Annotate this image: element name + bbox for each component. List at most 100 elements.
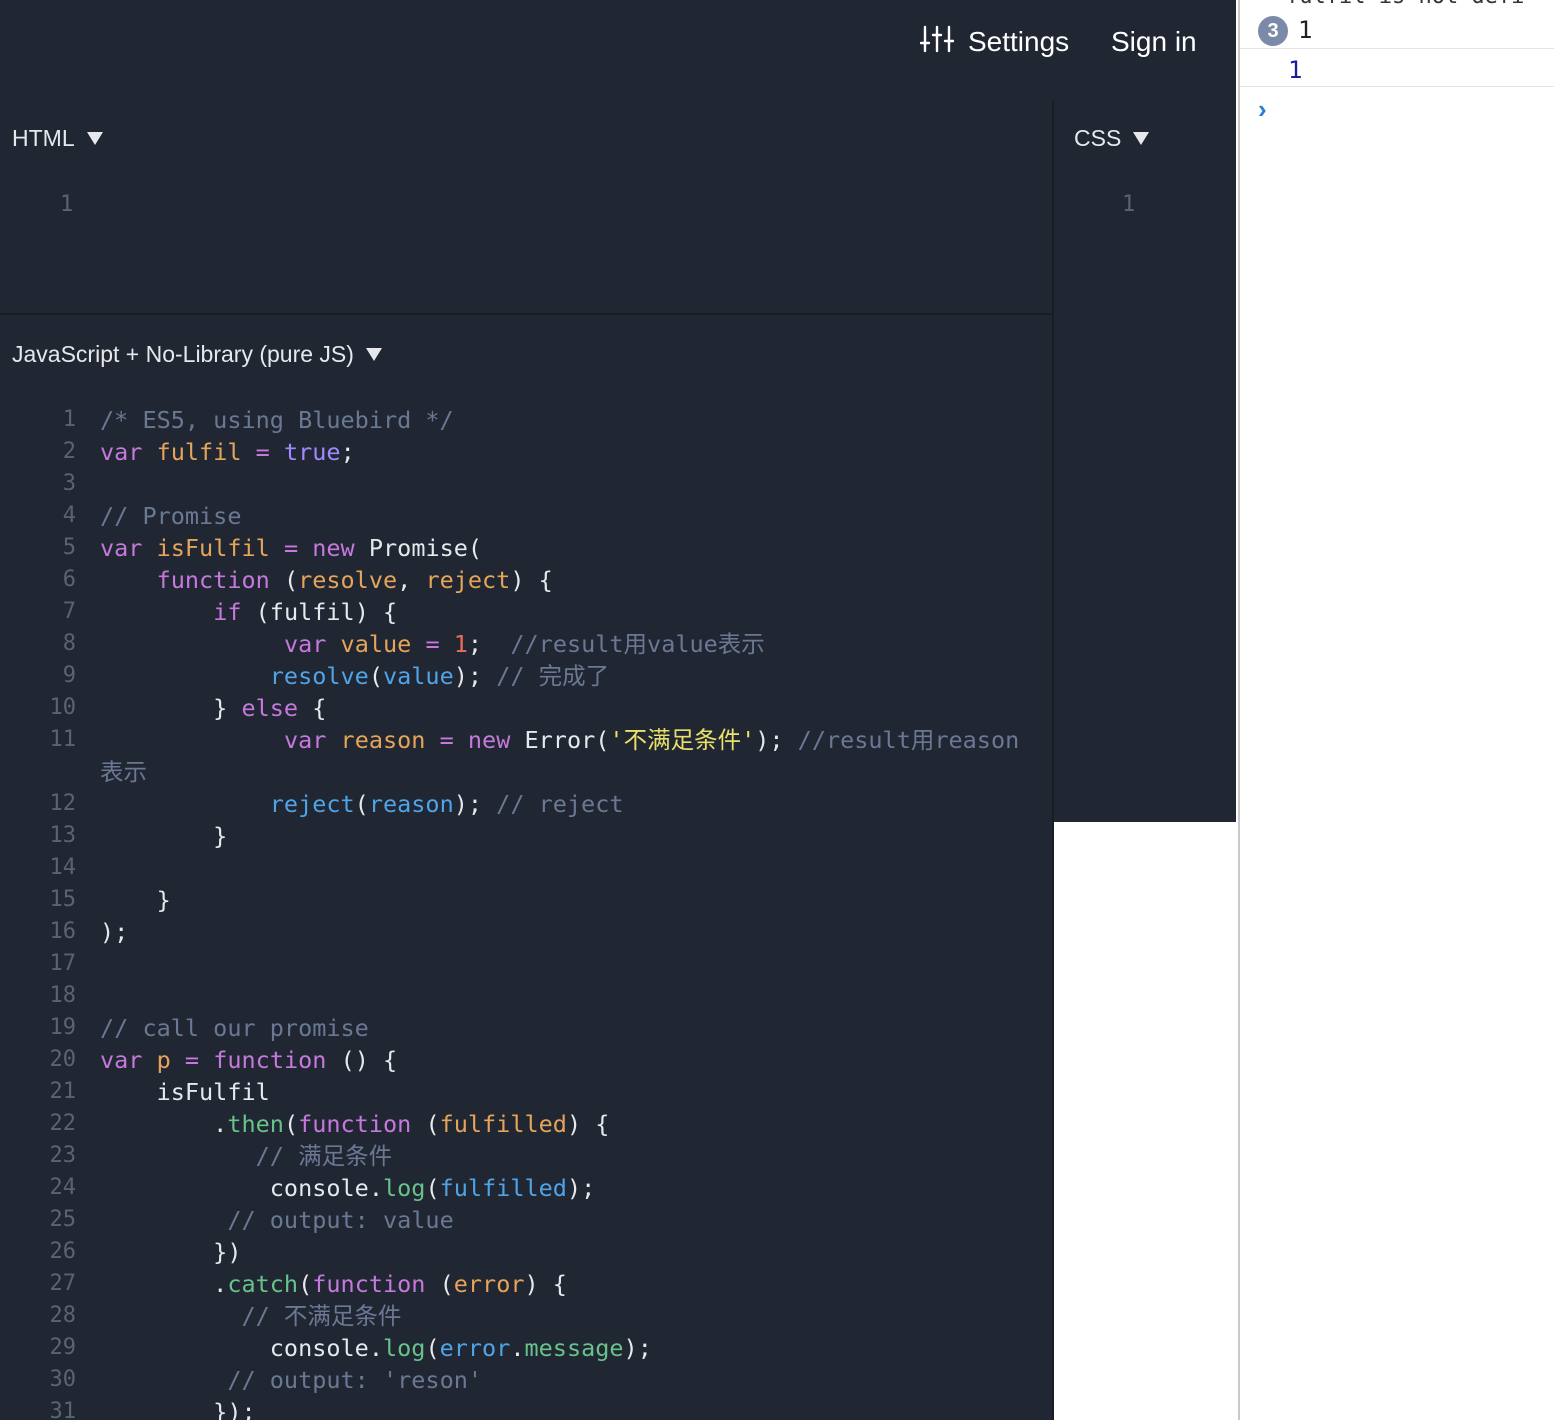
pane-divider-horizontal[interactable]	[0, 313, 1052, 315]
code-text: // call our promise	[100, 1014, 369, 1042]
html-pane-selector[interactable]: HTML	[12, 122, 103, 154]
line-number: 28	[49, 1303, 77, 1328]
line-number: 29	[49, 1335, 77, 1360]
code-line[interactable]: 27 .catch(function (error) {	[0, 1268, 1052, 1300]
code-text: // output: value	[227, 1206, 454, 1234]
code-line[interactable]: 6 function (resolve, reject) {	[0, 564, 1052, 596]
caret-down-icon	[86, 131, 103, 145]
code-line[interactable]: 28 // 不满足条件	[0, 1300, 1052, 1332]
line-number: 23	[49, 1143, 77, 1168]
code-line[interactable]: 23 // 满足条件	[0, 1140, 1052, 1172]
code-line[interactable]: 11 var reason = new Error('不满足条件'); //re…	[0, 724, 1052, 756]
code-line[interactable]: 30 // output: 'reson'	[0, 1364, 1052, 1396]
code-line[interactable]: 2 var fulfil = true;	[0, 436, 1052, 468]
code-text: .catch(function (error) {	[100, 1270, 567, 1298]
code-line[interactable]: 5 var isFulfil = new Promise(	[0, 532, 1052, 564]
code-line[interactable]: 10 } else {	[0, 692, 1052, 724]
line-number: 20	[49, 1047, 77, 1072]
line-number: 22	[49, 1111, 77, 1136]
caret-down-icon	[365, 347, 382, 361]
line-number: 3	[62, 471, 76, 496]
code-line[interactable]: 18	[0, 980, 1052, 1012]
line-number: 26	[49, 1239, 77, 1264]
code-line[interactable]: 26 })	[0, 1236, 1052, 1268]
line-number: 15	[49, 887, 77, 912]
console-panel: fulfil is not defi 3 1 1 ›	[1238, 0, 1554, 1420]
line-number: 9	[62, 663, 76, 688]
line-number: 14	[49, 855, 77, 880]
line-number: 7	[62, 599, 76, 624]
code-line[interactable]: 4 // Promise	[0, 500, 1052, 532]
line-number: 2	[62, 439, 76, 464]
code-line[interactable]: 12 reject(reason); // reject	[0, 788, 1052, 820]
console-entry: 1	[1240, 48, 1554, 87]
code-text: var value = 1; //result用value表示	[283, 630, 765, 658]
settings-label: Settings	[968, 26, 1070, 57]
code-line[interactable]: 1 /* ES5, using Bluebird */	[0, 404, 1052, 436]
line-number: 6	[62, 567, 76, 592]
sign-in-link[interactable]: Sign in	[1111, 22, 1197, 62]
code-text: // output: 'reson'	[227, 1366, 483, 1394]
chevron-right-icon[interactable]: ›	[1258, 94, 1267, 125]
line-number: 21	[49, 1079, 77, 1104]
console-entry-value: 1	[1298, 16, 1313, 44]
line-number: 1	[62, 407, 76, 432]
code-line[interactable]: 17	[0, 948, 1052, 980]
code-line[interactable]: 7 if (fulfil) {	[0, 596, 1052, 628]
line-number: 8	[62, 631, 76, 656]
css-line-number: 1	[1122, 192, 1136, 217]
editor-app: Settings Sign in HTML 1 CSS 1 JavaScript…	[0, 0, 1236, 1420]
line-number: 30	[49, 1367, 77, 1392]
code-line[interactable]: 9 resolve(value); // 完成了	[0, 660, 1052, 692]
console-entry: 3 1	[1240, 0, 1554, 49]
code-text: } else {	[100, 694, 327, 722]
sliders-icon	[919, 24, 968, 61]
js-pane-label: JavaScript + No-Library (pure JS)	[12, 340, 354, 367]
css-pane-selector[interactable]: CSS	[1074, 122, 1150, 154]
code-line[interactable]: 15 }	[0, 884, 1052, 916]
html-pane-label: HTML	[12, 124, 75, 151]
code-line[interactable]: 22 .then(function (fulfilled) {	[0, 1108, 1052, 1140]
code-text: );	[100, 918, 129, 946]
code-line[interactable]: 19 // call our promise	[0, 1012, 1052, 1044]
code-text: // 不满足条件	[241, 1302, 402, 1330]
code-text: var isFulfil = new Promise(	[100, 534, 483, 562]
console-entry-value: 1	[1288, 56, 1303, 84]
code-text: /* ES5, using Bluebird */	[100, 406, 454, 434]
code-text: }	[100, 886, 171, 914]
settings-button[interactable]: Settings	[919, 22, 1070, 62]
caret-down-icon	[1133, 131, 1150, 145]
css-pane-label: CSS	[1074, 124, 1122, 151]
code-text: 表示	[100, 758, 147, 786]
code-line[interactable]: 21 isFulfil	[0, 1076, 1052, 1108]
line-number: 31	[49, 1399, 77, 1420]
code-text: function (resolve, reject) {	[156, 566, 553, 594]
code-text: console.log(error.message);	[269, 1334, 652, 1362]
top-bar: Settings Sign in	[0, 0, 1236, 100]
line-number: 16	[49, 919, 77, 944]
code-line[interactable]: 16);	[0, 916, 1052, 948]
line-number: 12	[49, 791, 77, 816]
code-line[interactable]: 表示	[0, 756, 1052, 788]
code-text: if (fulfil) {	[213, 598, 398, 626]
code-text: var fulfil = true;	[100, 438, 355, 466]
line-number: 24	[49, 1175, 77, 1200]
code-line[interactable]: 14	[0, 852, 1052, 884]
result-pane	[1054, 822, 1236, 1420]
code-text: // Promise	[100, 502, 242, 530]
code-text: console.log(fulfilled);	[269, 1174, 596, 1202]
js-pane-selector[interactable]: JavaScript + No-Library (pure JS)	[12, 338, 382, 370]
code-line[interactable]: 31 });	[0, 1396, 1052, 1420]
repeat-count-badge: 3	[1258, 16, 1288, 46]
code-line[interactable]: 20 var p = function () {	[0, 1044, 1052, 1076]
code-line[interactable]: 13 }	[0, 820, 1052, 852]
code-text: var p = function () {	[100, 1046, 398, 1074]
code-line[interactable]: 25 // output: value	[0, 1204, 1052, 1236]
code-line[interactable]: 3	[0, 468, 1052, 500]
code-line[interactable]: 29 console.log(error.message);	[0, 1332, 1052, 1364]
code-line[interactable]: 24 console.log(fulfilled);	[0, 1172, 1052, 1204]
line-number: 17	[49, 951, 77, 976]
line-number: 27	[49, 1271, 77, 1296]
code-text: })	[100, 1238, 242, 1266]
code-line[interactable]: 8 var value = 1; //result用value表示	[0, 628, 1052, 660]
